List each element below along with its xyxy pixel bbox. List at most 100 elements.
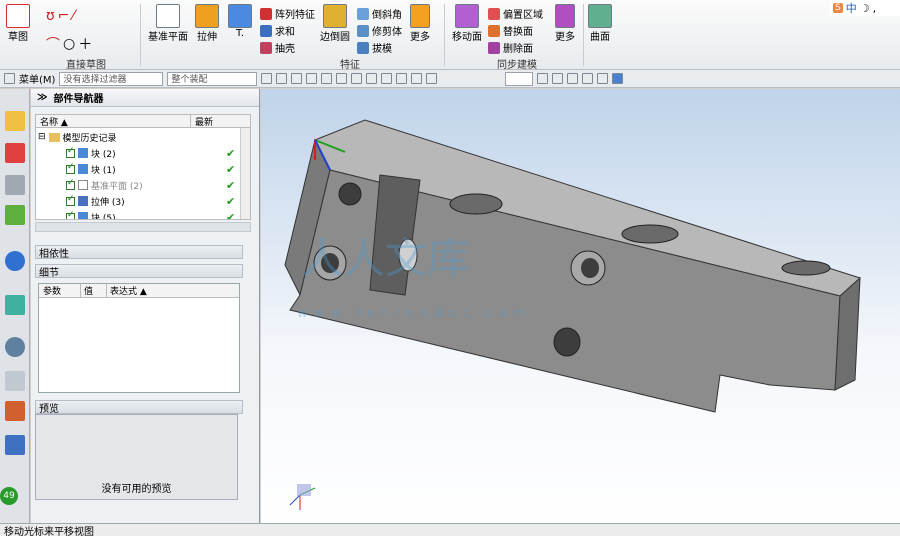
profile-icon[interactable]: ʊ: [46, 8, 55, 24]
shell-button[interactable]: 抽壳: [260, 40, 295, 55]
latest-check-icon: ✔: [226, 210, 236, 220]
solid-icon[interactable]: [306, 73, 318, 84]
expression-column[interactable]: 表达式 ▲: [107, 284, 147, 297]
hole-feature: [449, 193, 503, 215]
zoom-icon[interactable]: [567, 73, 579, 84]
visibility-checkbox[interactable]: [66, 162, 75, 174]
notification-badge[interactable]: 49: [0, 487, 18, 505]
part-navigator-icon[interactable]: [5, 111, 25, 131]
trim-icon: [357, 24, 369, 37]
extrude-icon: [78, 196, 88, 206]
tree-item[interactable]: 块 (5) ✔: [66, 209, 250, 220]
point-icon[interactable]: ＋: [78, 34, 92, 54]
extrude-button[interactable]: 拉伸: [195, 4, 219, 43]
assembly-navigator-icon[interactable]: [5, 143, 25, 163]
existing-point-icon[interactable]: [411, 73, 423, 84]
more-icon: [410, 4, 430, 28]
replace-face-button[interactable]: 替换面: [488, 23, 533, 38]
tree-item[interactable]: 块 (2) ✔: [66, 145, 250, 161]
rectangle-icon[interactable]: ⌐: [58, 8, 70, 24]
preview-section[interactable]: 预览: [35, 400, 243, 415]
block-icon: [78, 212, 88, 219]
system-scenes-icon[interactable]: [5, 435, 25, 455]
mid-point-icon[interactable]: [351, 73, 363, 84]
visibility-checkbox[interactable]: [66, 146, 75, 158]
pin-icon[interactable]: ≫: [37, 92, 47, 103]
hole-button[interactable]: T.: [228, 4, 252, 39]
select-icon[interactable]: [276, 73, 288, 84]
collapse-icon[interactable]: ⊟: [38, 132, 46, 142]
latest-column-header[interactable]: 最新: [191, 115, 213, 128]
scope-select[interactable]: 整个装配: [167, 71, 258, 86]
rectangle-select-icon[interactable]: [291, 73, 303, 84]
process-studio-icon[interactable]: [5, 371, 25, 391]
roles-icon[interactable]: [5, 401, 25, 421]
draft-button[interactable]: 拔模: [357, 40, 392, 55]
circle-icon[interactable]: ○: [63, 36, 75, 52]
line-icon[interactable]: ⁄: [72, 8, 74, 24]
datum-plane-icon: [156, 4, 180, 28]
orient-icon[interactable]: [582, 73, 594, 84]
offset-region-button[interactable]: 偏置区域: [488, 6, 543, 21]
unite-button[interactable]: 求和: [260, 23, 295, 38]
replace-icon: [488, 24, 500, 37]
menu-button[interactable]: 菜单(M): [19, 71, 55, 86]
point-snap-icon[interactable]: [321, 73, 333, 84]
graphics-viewport[interactable]: 人人文库 www.renrendoc.com: [261, 89, 900, 523]
reuse-library-icon[interactable]: [5, 205, 25, 225]
constraint-navigator-icon[interactable]: [5, 175, 25, 195]
edge-blend-button[interactable]: 边倒圆: [320, 4, 350, 43]
clock-icon[interactable]: [5, 337, 25, 357]
snap-icon[interactable]: [261, 73, 273, 84]
more-features-button[interactable]: 更多: [410, 4, 430, 43]
pattern-feature-button[interactable]: 阵列特征: [260, 6, 315, 21]
web-browser-icon[interactable]: [5, 251, 25, 271]
sketch-icon: [6, 4, 30, 28]
arc-icon[interactable]: ⌒: [46, 34, 60, 54]
dependencies-section[interactable]: 相依性: [35, 245, 243, 260]
tree-hscrollbar[interactable]: [35, 222, 251, 232]
history-node[interactable]: ⊟ 模型历史记录: [38, 129, 243, 145]
fit-icon[interactable]: [537, 73, 549, 84]
sketch-button[interactable]: 草图: [6, 4, 30, 43]
more-icon: [555, 4, 575, 28]
chamfer-button[interactable]: 倒斜角: [357, 6, 402, 21]
block-icon: [78, 148, 88, 158]
delete-face-button[interactable]: 删除面: [488, 40, 533, 55]
rotate-icon[interactable]: [552, 73, 564, 84]
end-point-icon[interactable]: [336, 73, 348, 84]
menu-icon[interactable]: [4, 73, 15, 84]
hole-icon: [228, 4, 252, 28]
name-column-header[interactable]: 名称 ▲: [36, 115, 191, 128]
history-icon[interactable]: [5, 295, 25, 315]
param-column[interactable]: 参数: [39, 284, 81, 297]
quadrant-icon[interactable]: [396, 73, 408, 84]
more-sync-button[interactable]: 更多: [555, 4, 575, 43]
intersect-icon[interactable]: [381, 73, 393, 84]
move-face-button[interactable]: 移动面: [452, 4, 482, 43]
datum-plane-button[interactable]: 基准平面: [148, 4, 188, 43]
move-face-icon: [455, 4, 479, 28]
type-filter-select[interactable]: 没有选择过滤器: [59, 71, 164, 86]
pole-icon[interactable]: [426, 73, 438, 84]
surface-button[interactable]: 曲面: [588, 4, 612, 43]
ime-indicator[interactable]: S 中 ☽ ,: [830, 0, 900, 16]
tree-column-header: 名称 ▲ 最新: [35, 114, 251, 128]
visibility-checkbox[interactable]: [66, 178, 75, 190]
details-section[interactable]: 细节: [35, 264, 243, 279]
render-style-select[interactable]: [505, 71, 534, 86]
center-point-icon[interactable]: [366, 73, 378, 84]
visibility-checkbox[interactable]: [66, 194, 75, 206]
model-history-tree: ⊟ 模型历史记录 块 (2) ✔ 块 (1) ✔ 基准平面 (2) ✔ 拉伸 (…: [35, 128, 251, 220]
display-icon[interactable]: [597, 73, 609, 84]
cube-icon[interactable]: [612, 73, 624, 84]
part-model[interactable]: 人人文库 www.renrendoc.com: [261, 89, 900, 523]
tree-item[interactable]: 拉伸 (3) ✔: [66, 193, 250, 209]
tree-item[interactable]: 块 (1) ✔: [66, 161, 250, 177]
delete-face-icon: [488, 41, 500, 54]
trim-body-button[interactable]: 修剪体: [357, 23, 402, 38]
tree-scrollbar[interactable]: [240, 128, 250, 219]
visibility-checkbox[interactable]: [66, 210, 75, 219]
value-column[interactable]: 值: [81, 284, 107, 297]
tree-item[interactable]: 基准平面 (2) ✔: [66, 177, 250, 193]
